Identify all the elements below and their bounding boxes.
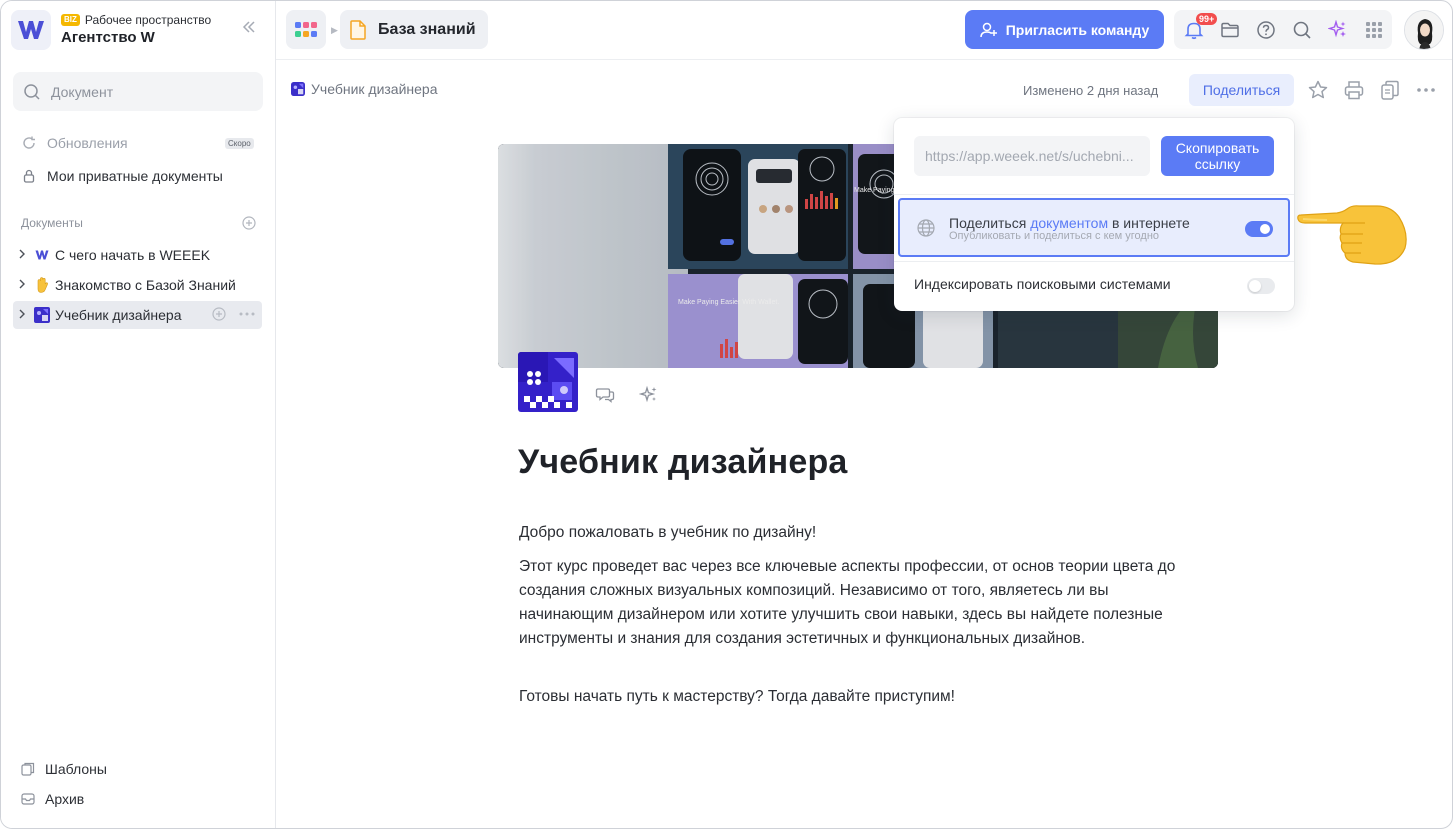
star-icon[interactable] [1307, 79, 1329, 101]
add-user-icon [979, 22, 997, 37]
sidebar-item-label: Архив [45, 791, 85, 807]
document-paragraph[interactable]: Готовы начать путь к мастерству? Тогда д… [519, 685, 1199, 709]
app-window: BIZ Рабочее пространство Агентство W Обн… [0, 0, 1453, 829]
document-icon [350, 19, 366, 40]
copy-document-icon[interactable] [1379, 79, 1401, 101]
publish-online-label: Поделиться документом в интернете [949, 215, 1190, 231]
user-avatar[interactable] [1404, 10, 1444, 50]
search-indexing-toggle[interactable] [1247, 278, 1275, 294]
lock-icon [21, 168, 37, 184]
print-icon[interactable] [1343, 79, 1365, 101]
archive-icon [21, 793, 35, 805]
sidebar-item-updates[interactable]: Обновления [21, 135, 128, 151]
chevron-right-icon[interactable] [18, 249, 30, 262]
designer-guide-icon [291, 82, 305, 96]
tree-item-label: С чего начать в WEEEK [55, 247, 211, 263]
ai-sparkles-icon[interactable] [1328, 20, 1348, 40]
tree-item-label: Учебник дизайнера [55, 307, 182, 323]
workspace-name[interactable]: Агентство W [61, 29, 155, 46]
breadcrumb-label: База знаний [378, 20, 476, 38]
documents-section-title: Документы [21, 216, 83, 230]
tree-item-label: Знакомство с Базой Знаний [55, 277, 236, 293]
sidebar: BIZ Рабочее пространство Агентство W Обн… [1, 1, 276, 828]
help-icon[interactable] [1256, 20, 1276, 40]
collapse-sidebar-icon[interactable] [239, 19, 259, 39]
publish-online-row[interactable]: Поделиться документом в интернете Опубли… [898, 198, 1290, 257]
folder-icon[interactable] [1220, 20, 1240, 40]
apps-grid-icon [295, 21, 317, 37]
chevron-right-icon[interactable] [18, 309, 30, 322]
publish-online-hint: Опубликовать и поделиться с кем угодно [949, 230, 1160, 242]
tree-item-designer-guide[interactable]: Учебник дизайнера [13, 301, 262, 329]
sidebar-item-templates[interactable]: Шаблоны [21, 761, 107, 777]
ai-sparkles-icon[interactable] [639, 385, 659, 405]
sidebar-item-label: Шаблоны [45, 761, 107, 777]
document-icon-image[interactable] [518, 352, 578, 412]
publish-prefix: Поделиться [949, 215, 1031, 231]
weeek-logo-icon [18, 21, 44, 39]
publish-document-link: документом [1030, 215, 1109, 231]
publish-online-toggle[interactable] [1245, 221, 1273, 237]
document-breadcrumb[interactable]: Учебник дизайнера [291, 81, 438, 97]
sidebar-item-private-docs[interactable]: Мои приватные документы [21, 168, 223, 184]
divider [894, 261, 1294, 262]
waving-hand-icon [34, 277, 50, 293]
document-title[interactable]: Учебник дизайнера [518, 443, 848, 482]
sidebar-item-label: Мои приватные документы [47, 168, 223, 184]
workspace-label-row: BIZ Рабочее пространство [61, 13, 211, 27]
add-document-icon[interactable] [242, 216, 256, 230]
share-link-field[interactable] [914, 136, 1150, 176]
designer-guide-icon [34, 307, 50, 323]
add-subpage-icon[interactable] [212, 307, 226, 321]
designer-guide-icon [518, 352, 578, 412]
sidebar-item-label: Обновления [47, 135, 128, 151]
tree-item-getting-started[interactable]: С чего начать в WEEEK [13, 241, 262, 269]
document-breadcrumb-label: Учебник дизайнера [311, 81, 438, 97]
tree-item-knowledge-intro[interactable]: Знакомство с Базой Знаний [13, 271, 262, 299]
workspace-logo[interactable] [11, 10, 51, 50]
biz-badge: BIZ [61, 14, 80, 26]
comments-icon[interactable] [595, 385, 615, 405]
tree-item-actions [212, 307, 256, 321]
breadcrumb-separator-icon: ▶ [331, 25, 338, 35]
topbar: ▶ База знаний Пригласить команду 99+ [276, 1, 1452, 60]
publish-suffix: в интернете [1108, 215, 1190, 231]
search-input[interactable] [51, 83, 231, 100]
document-paragraph[interactable]: Добро пожаловать в учебник по дизайну! [519, 521, 1199, 545]
more-horizontal-icon[interactable] [1415, 79, 1437, 101]
search-indexing-label: Индексировать поисковыми системами [914, 276, 1171, 292]
soon-badge: Скоро [225, 138, 254, 149]
divider [894, 194, 1294, 195]
invite-team-label: Пригласить команду [1005, 21, 1150, 38]
avatar-portrait-icon [1405, 11, 1443, 49]
apps-dots-icon[interactable] [1364, 20, 1384, 40]
chevron-right-icon[interactable] [18, 279, 30, 292]
globe-icon [917, 219, 935, 237]
sidebar-item-archive[interactable]: Архив [21, 791, 84, 807]
modified-status: Изменено 2 дня назад [1023, 83, 1159, 98]
sidebar-search[interactable] [13, 72, 263, 111]
apps-menu-button[interactable] [286, 10, 326, 49]
invite-team-button[interactable]: Пригласить команду [965, 10, 1164, 49]
search-icon [24, 83, 40, 100]
weeek-logo-icon [34, 247, 50, 263]
pointing-hand-icon [1297, 205, 1407, 265]
workspace-label: Рабочее пространство [84, 13, 212, 27]
refresh-icon [21, 135, 37, 151]
breadcrumb-knowledge-base[interactable]: База знаний [340, 10, 488, 49]
templates-icon [21, 762, 35, 776]
document-paragraph[interactable]: Этот курс проведет вас через все ключевы… [519, 555, 1199, 651]
more-horizontal-icon[interactable] [238, 307, 256, 321]
search-icon[interactable] [1292, 20, 1312, 40]
share-popover: Скопировать ссылку Поделиться документом… [894, 118, 1294, 311]
header-icon-group: 99+ [1174, 10, 1392, 49]
notifications-badge: 99+ [1196, 13, 1218, 25]
copy-link-button[interactable]: Скопировать ссылку [1161, 136, 1274, 176]
share-button[interactable]: Поделиться [1189, 74, 1294, 106]
